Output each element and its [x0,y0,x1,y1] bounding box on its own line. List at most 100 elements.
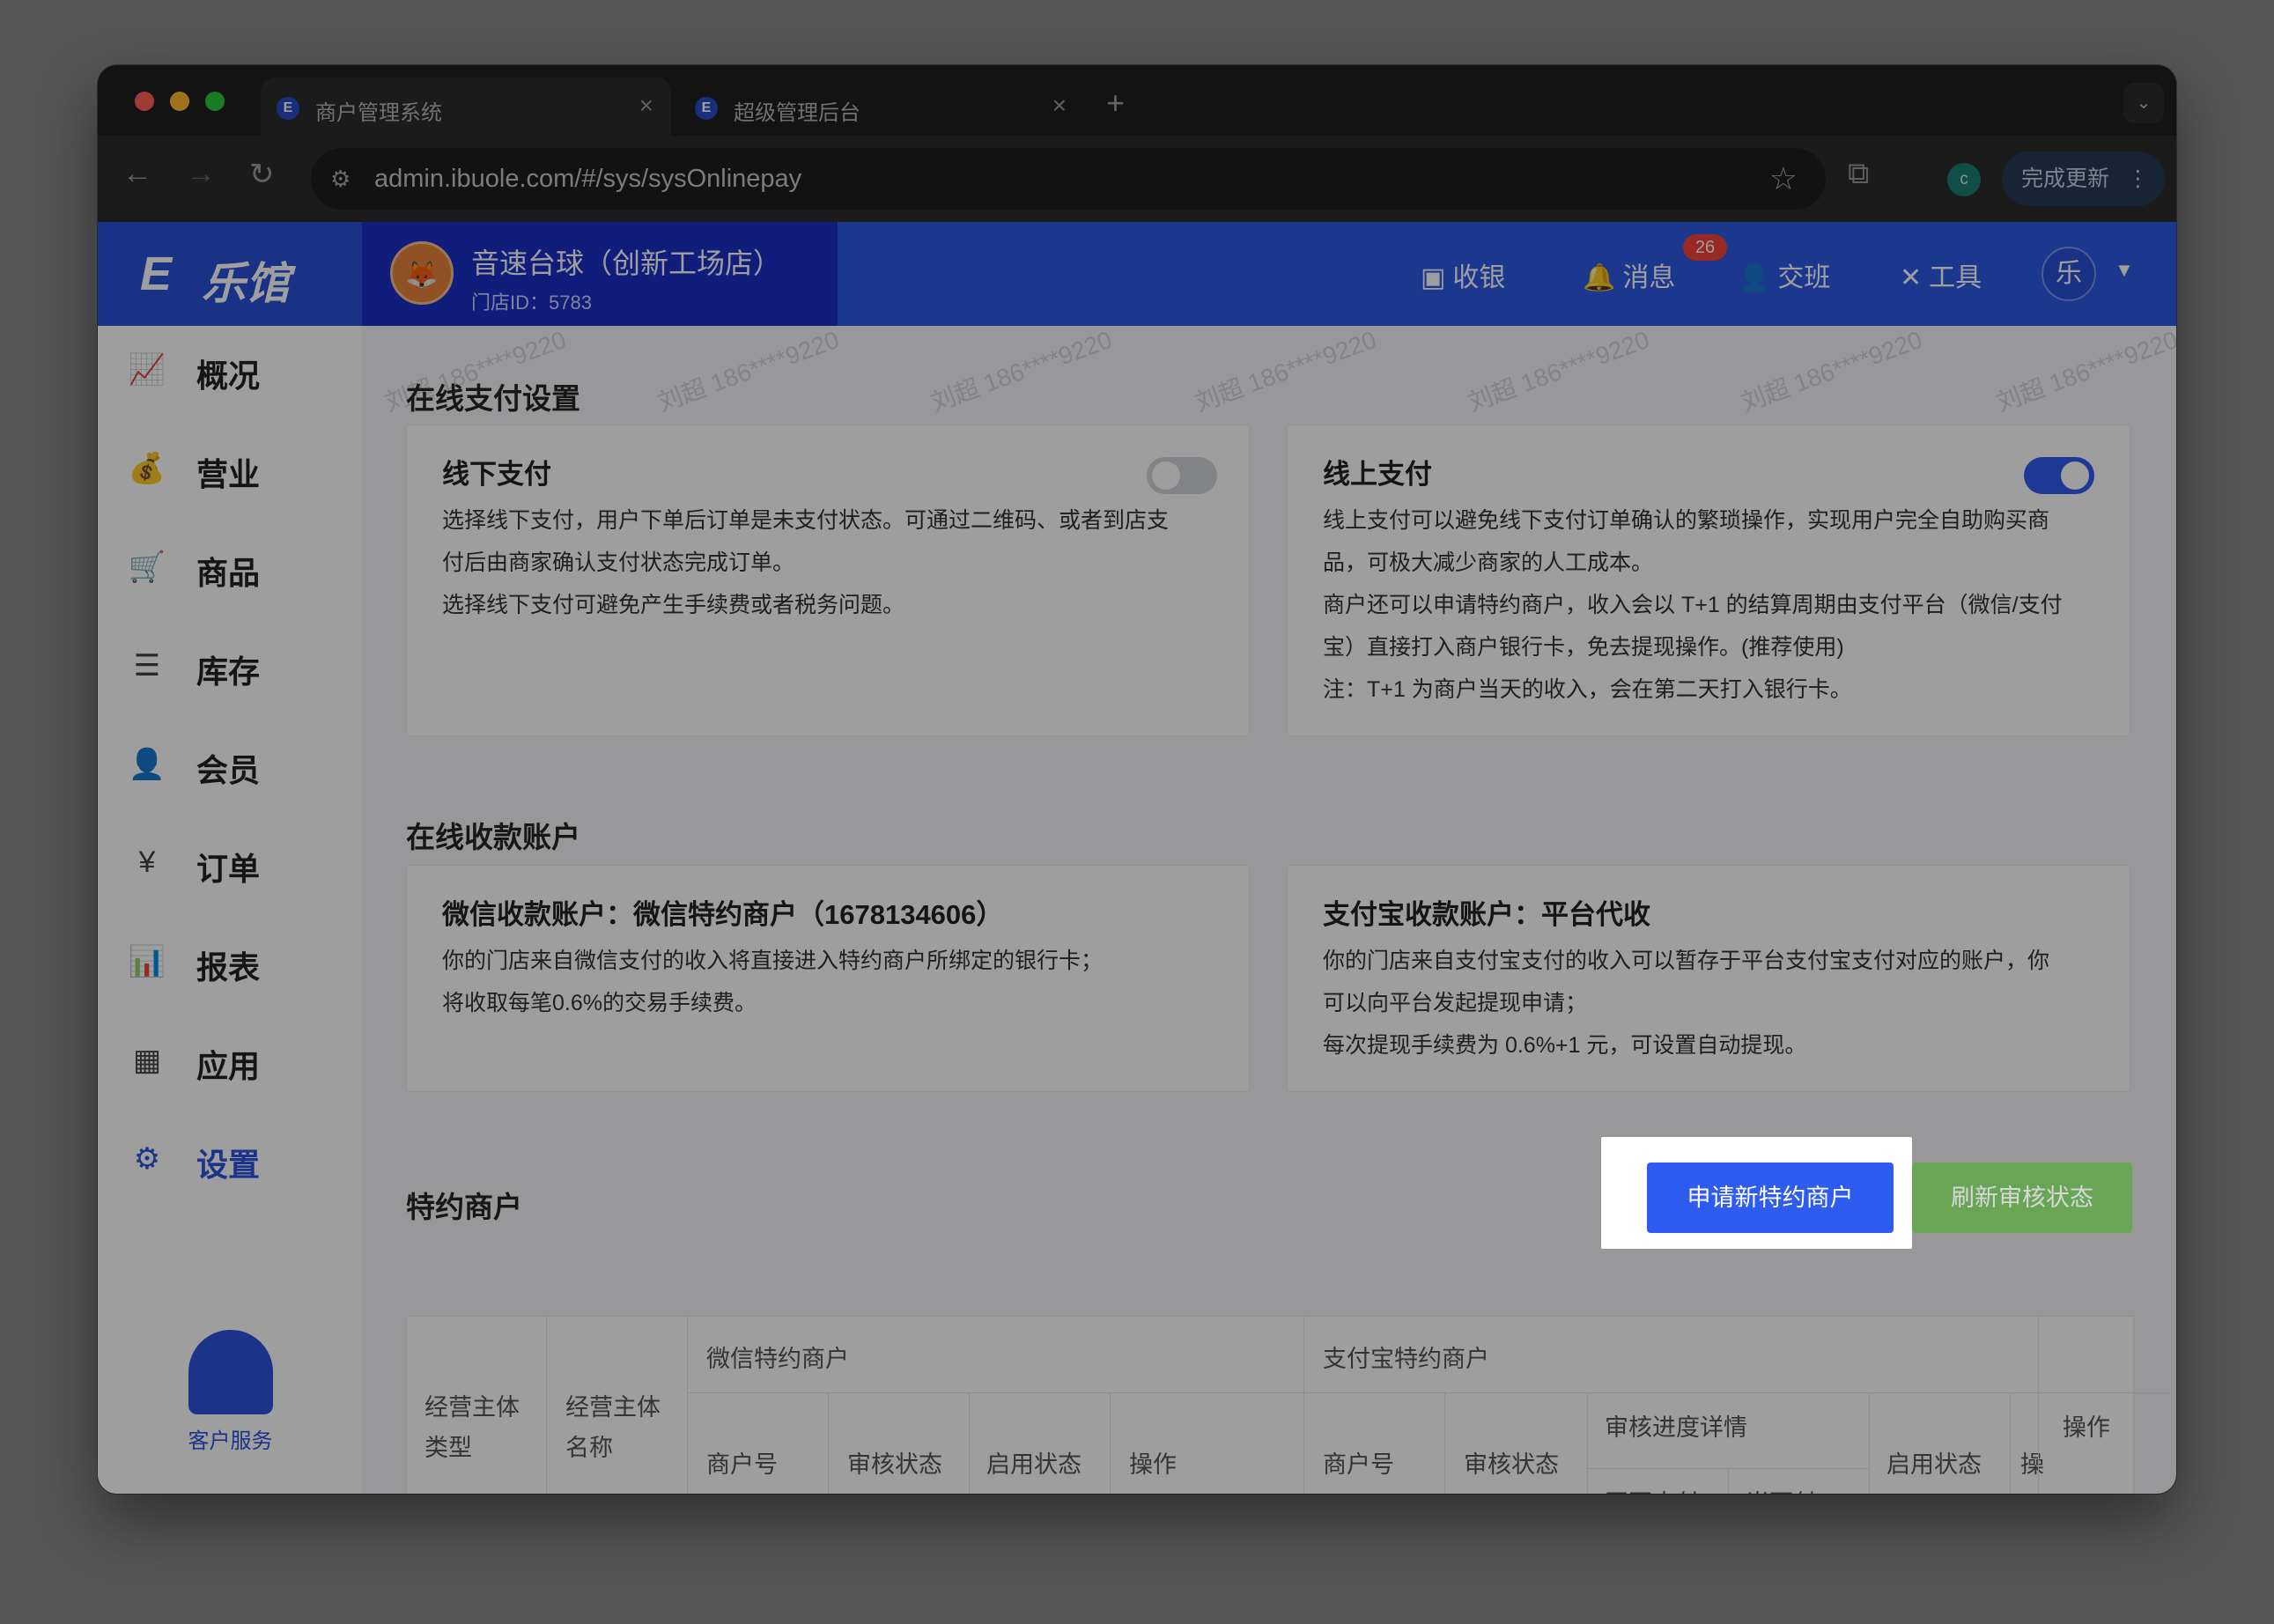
message-count-badge: 26 [1683,234,1727,261]
new-tab-icon[interactable]: + [1106,85,1125,122]
watermark: 刘超 186****9220 [927,325,1116,417]
sidebar-item-label: 报表 [196,949,261,985]
col-wechat-enable: 启用状态 [986,1451,1082,1478]
sidebar-item-inventory[interactable]: ☰ 库存 [98,622,362,710]
col-review-detail: 审核进度详情 [1605,1414,1747,1441]
tab-search-icon[interactable]: ⌄ [2123,83,2164,123]
col-face-pay: 当面付 [1746,1484,1817,1494]
watermark: 刘超 186****9220 [1464,325,1653,417]
tools-icon: ✕ [1900,263,1923,292]
customer-service[interactable]: 客户服务 [175,1330,285,1454]
online-desc-2: 品，可极大减少商家的人工成本。 [1323,550,1654,575]
chart-icon: 📈 [128,353,166,387]
divider [546,1317,547,1494]
sidebar-item-label: 概况 [196,358,261,394]
more-menu-icon[interactable]: ⋮ [2127,151,2149,206]
bookmark-star-icon[interactable]: ☆ [1769,160,1798,197]
col-entity-type-l2: 类型 [425,1435,472,1461]
offline-payment-toggle[interactable] [1147,457,1217,494]
nav-messages[interactable]: 🔔 消息 [1583,255,1675,294]
col-group-wechat: 微信特约商户 [706,1346,849,1372]
col-wechat-review: 审核状态 [847,1451,942,1478]
brand-logo[interactable]: E 乐馆 [98,222,362,326]
offline-payment-card: 线下支付 选择线下支付，用户下单后订单是未支付状态。可通过二维码、或者到店支 付… [406,424,1250,736]
divider [1303,1317,1304,1494]
refresh-review-status-button[interactable]: 刷新审核状态 [1912,1163,2132,1233]
back-icon[interactable]: ← [122,157,152,191]
sidebar-item-reports[interactable]: 📊 报表 [98,918,362,1006]
main-content: 刘超 186****9220 刘超 186****9220 刘超 186****… [362,326,2176,1494]
chevron-down-icon[interactable]: ▼ [2115,259,2134,282]
minimize-window-icon[interactable] [170,92,189,111]
money-bag-icon: 💰 [128,452,166,485]
close-tab-icon[interactable]: × [1052,92,1067,120]
tab-strip: E 商户管理系统 × E 超级管理后台 × + ⌄ [98,65,2176,136]
site-info-icon[interactable]: ⚙ [330,166,351,193]
offline-payment-title: 线下支付 [442,459,551,490]
sidebar-item-overview[interactable]: 📈 概况 [98,326,362,414]
col-entity-name-l2: 名称 [565,1435,613,1461]
address-bar[interactable]: ⚙ admin.ibuole.com/#/sys/sysOnlinepay ☆ [311,148,1826,210]
online-desc-4: 宝）直接打入商户银行卡，免去提现操作。(推荐使用) [1323,635,1844,660]
online-payment-card-title: 线上支付 [1323,459,1432,490]
offline-desc-1: 选择线下支付，用户下单后订单是未支付状态。可通过二维码、或者到店支 [442,508,1170,533]
tab-super-admin[interactable]: E 超级管理后台 × [679,78,1084,136]
nav-handover[interactable]: 👤 交班 [1738,255,1830,294]
online-desc-3: 商户还可以申请特约商户，收入会以 T+1 的结算周期由支付平台（微信/支付 [1323,593,2063,617]
profile-avatar[interactable]: c [1947,163,1981,196]
forward-icon[interactable]: → [186,157,216,191]
col-alipay-merchant-no: 商户号 [1323,1451,1394,1478]
divider [2010,1392,2011,1494]
url-text[interactable]: admin.ibuole.com/#/sys/sysOnlinepay [374,165,801,194]
apply-new-merchant-button[interactable]: 申请新特约商户 [1647,1163,1894,1233]
accounts-title: 在线收款账户 [406,821,580,853]
sidebar-item-business[interactable]: 💰 营业 [98,424,362,513]
maximize-window-icon[interactable] [205,92,225,111]
nav-label: 交班 [1777,263,1831,292]
divider [2038,1317,2039,1494]
alipay-desc-3: 每次提现手续费为 0.6%+1 元，可设置自动提现。 [1323,1033,1807,1058]
watermark: 刘超 186****9220 [1992,325,2176,417]
offline-desc-3: 选择线下支付可避免产生手续费或者税务问题。 [442,593,905,617]
store-switcher[interactable]: 🦊 音速台球（创新工场店） 门店ID：5783 [362,222,838,326]
tab-title: 商户管理系统 [315,101,442,125]
sidebar-item-members[interactable]: 👤 会员 [98,720,362,808]
sidebar-item-settings[interactable]: ⚙ 设置 [98,1115,362,1203]
brand-name: 乐馆 [202,259,290,308]
handover-user-icon: 👤 [1738,263,1771,292]
sidebar-item-label: 营业 [196,456,261,492]
col-alipay-review: 审核状态 [1464,1451,1559,1478]
store-id: 门店ID：5783 [471,292,592,314]
online-desc-1: 线上支付可以避免线下支付订单确认的繁琐操作，实现用户完全自助购买商 [1323,508,2050,533]
customer-service-label: 客户服务 [188,1429,273,1453]
online-payment-card: 线上支付 线上支付可以避免线下支付订单确认的繁琐操作，实现用户完全自助购买商 品… [1287,424,2130,736]
toggle-knob [2061,461,2089,490]
app-header: E 乐馆 🦊 音速台球（创新工场店） 门店ID：5783 ▣ 收银 🔔 消息 26 … [98,222,2176,326]
close-tab-icon[interactable]: × [639,92,653,120]
watermark: 刘超 186****9220 [653,325,843,417]
divider [1869,1392,1870,1494]
col-actions: 操作 [2063,1414,2110,1441]
nav-tools[interactable]: ✕ 工具 [1900,255,1982,294]
tab-merchant-system[interactable]: E 商户管理系统 × [261,78,671,136]
bell-icon: 🔔 [1583,263,1616,292]
nav-label: 收银 [1452,263,1506,292]
extensions-icon[interactable]: ⧉ [1848,157,1869,191]
sidebar-item-apps[interactable]: ▦ 应用 [98,1016,362,1104]
wechat-desc-2: 将收取每笔0.6%的交易手续费。 [442,991,757,1015]
close-window-icon[interactable] [135,92,154,111]
user-avatar[interactable]: 乐 [2041,247,2096,301]
sidebar-item-orders[interactable]: ¥ 订单 [98,819,362,907]
app-root: E 乐馆 🦊 音速台球（创新工场店） 门店ID：5783 ▣ 收银 🔔 消息 26 … [98,222,2176,1494]
cart-icon: 🛒 [128,550,166,584]
online-payment-toggle[interactable] [2024,457,2094,494]
reload-icon[interactable]: ↻ [249,157,275,192]
site-favicon-icon: E [695,97,718,120]
user-icon: 👤 [128,748,166,781]
wechat-account-card: 微信收款账户：微信特约商户（1678134606） 你的门店来自微信支付的收入将… [406,865,1250,1092]
update-button[interactable]: 完成更新 ⋮ [2002,151,2165,206]
receipt-icon: ¥ [138,845,156,879]
sidebar-item-label: 应用 [196,1048,261,1084]
nav-cashier[interactable]: ▣ 收银 [1421,255,1505,294]
sidebar-item-products[interactable]: 🛒 商品 [98,523,362,611]
